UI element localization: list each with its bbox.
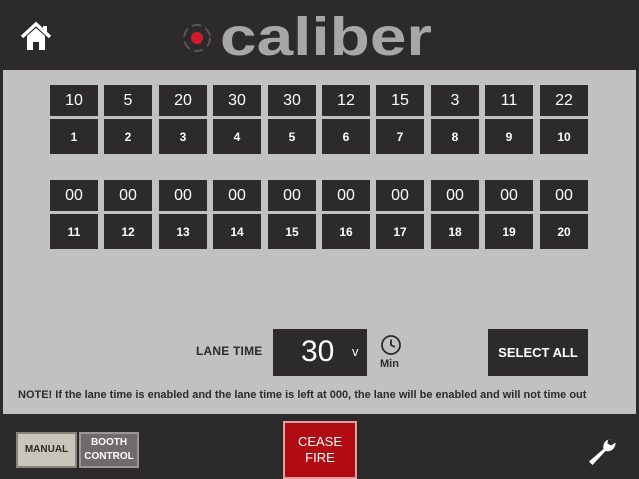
lane-number: 3 <box>159 119 207 154</box>
caliber-logo: caliber <box>178 7 438 67</box>
lane-12[interactable]: 00 12 <box>104 180 152 249</box>
lane-number: 1 <box>50 119 98 154</box>
booth-control-label-line2: CONTROL <box>84 451 134 462</box>
svg-text:caliber: caliber <box>220 14 432 60</box>
lane-6[interactable]: 12 6 <box>322 85 370 154</box>
lane-15[interactable]: 00 15 <box>268 180 316 249</box>
lane-number: 11 <box>50 214 98 249</box>
lane-time-value: 00 <box>213 180 261 211</box>
lane-14[interactable]: 00 14 <box>213 180 261 249</box>
select-all-button[interactable]: SELECT ALL <box>488 329 588 376</box>
lane-8[interactable]: 3 8 <box>431 85 479 154</box>
lane-4[interactable]: 30 4 <box>213 85 261 154</box>
lane-20[interactable]: 00 20 <box>540 180 588 249</box>
settings-button[interactable] <box>586 436 618 466</box>
lane-time-value: 30 <box>213 85 261 116</box>
booth-control-button[interactable]: BOOTH CONTROL <box>79 432 139 468</box>
lane-2[interactable]: 5 2 <box>104 85 152 154</box>
cease-fire-button[interactable]: CEASE FIRE <box>283 421 357 479</box>
home-icon <box>20 21 52 50</box>
header: caliber <box>0 0 639 70</box>
booth-control-label-line1: BOOTH <box>90 437 128 448</box>
lane-1[interactable]: 10 1 <box>50 85 98 154</box>
lane-number: 2 <box>104 119 152 154</box>
lane-3[interactable]: 20 3 <box>159 85 207 154</box>
clock-icon <box>380 334 402 356</box>
lane-number: 9 <box>485 119 533 154</box>
lane-time-label: LANE TIME <box>196 344 263 358</box>
lane-time-value: 20 <box>159 85 207 116</box>
lane-number: 4 <box>213 119 261 154</box>
lane-number: 13 <box>159 214 207 249</box>
lane-time-selected-value: 30 <box>301 335 335 368</box>
manual-mode-button[interactable]: MANUAL <box>16 432 77 468</box>
lane-number: 12 <box>104 214 152 249</box>
lane-time-value: 00 <box>104 180 152 211</box>
home-button[interactable] <box>18 20 54 54</box>
lane-time-value: 00 <box>376 180 424 211</box>
lane-time-value: 12 <box>322 85 370 116</box>
lane-5[interactable]: 30 5 <box>268 85 316 154</box>
lane-number: 19 <box>485 214 533 249</box>
lane-time-value: 22 <box>540 85 588 116</box>
lane-number: 20 <box>540 214 588 249</box>
lane-time-value: 00 <box>159 180 207 211</box>
chevron-down-icon: v <box>352 344 359 359</box>
lane-11[interactable]: 00 11 <box>50 180 98 249</box>
lane-number: 8 <box>431 119 479 154</box>
lane-number: 16 <box>322 214 370 249</box>
lane-16[interactable]: 00 16 <box>322 180 370 249</box>
lane-number: 7 <box>376 119 424 154</box>
lane-time-value: 10 <box>50 85 98 116</box>
lane-number: 10 <box>540 119 588 154</box>
lane-time-value: 00 <box>540 180 588 211</box>
lane-10[interactable]: 22 10 <box>540 85 588 154</box>
lane-7[interactable]: 15 7 <box>376 85 424 154</box>
lane-time-value: 5 <box>104 85 152 116</box>
lane-13[interactable]: 00 13 <box>159 180 207 249</box>
cease-fire-label-line1: CEASE <box>297 434 343 449</box>
lane-number: 5 <box>268 119 316 154</box>
lane-9[interactable]: 11 9 <box>485 85 533 154</box>
minutes-unit-label: Min <box>380 358 399 370</box>
cease-fire-label-line2: FIRE <box>305 450 335 465</box>
lane-time-value: 00 <box>322 180 370 211</box>
lane-time-value: 00 <box>431 180 479 211</box>
lane-number: 18 <box>431 214 479 249</box>
lane-time-value: 00 <box>485 180 533 211</box>
lane-time-value: 30 <box>268 85 316 116</box>
wrench-icon <box>589 438 616 465</box>
lane-time-value: 3 <box>431 85 479 116</box>
lane-17[interactable]: 00 17 <box>376 180 424 249</box>
lane-18[interactable]: 00 18 <box>431 180 479 249</box>
lane-time-note: NOTE! If the lane time is enabled and th… <box>18 389 587 401</box>
lane-19[interactable]: 00 19 <box>485 180 533 249</box>
lane-number: 17 <box>376 214 424 249</box>
lane-time-value: 11 <box>485 85 533 116</box>
lane-number: 15 <box>268 214 316 249</box>
lane-time-select[interactable]: 30 v <box>273 329 367 376</box>
lane-number: 6 <box>322 119 370 154</box>
lane-number: 14 <box>213 214 261 249</box>
lane-time-value: 00 <box>50 180 98 211</box>
app: caliber 10 1 5 2 20 3 30 4 30 5 12 6 15 … <box>0 0 639 479</box>
lane-time-value: 15 <box>376 85 424 116</box>
lane-time-value: 00 <box>268 180 316 211</box>
